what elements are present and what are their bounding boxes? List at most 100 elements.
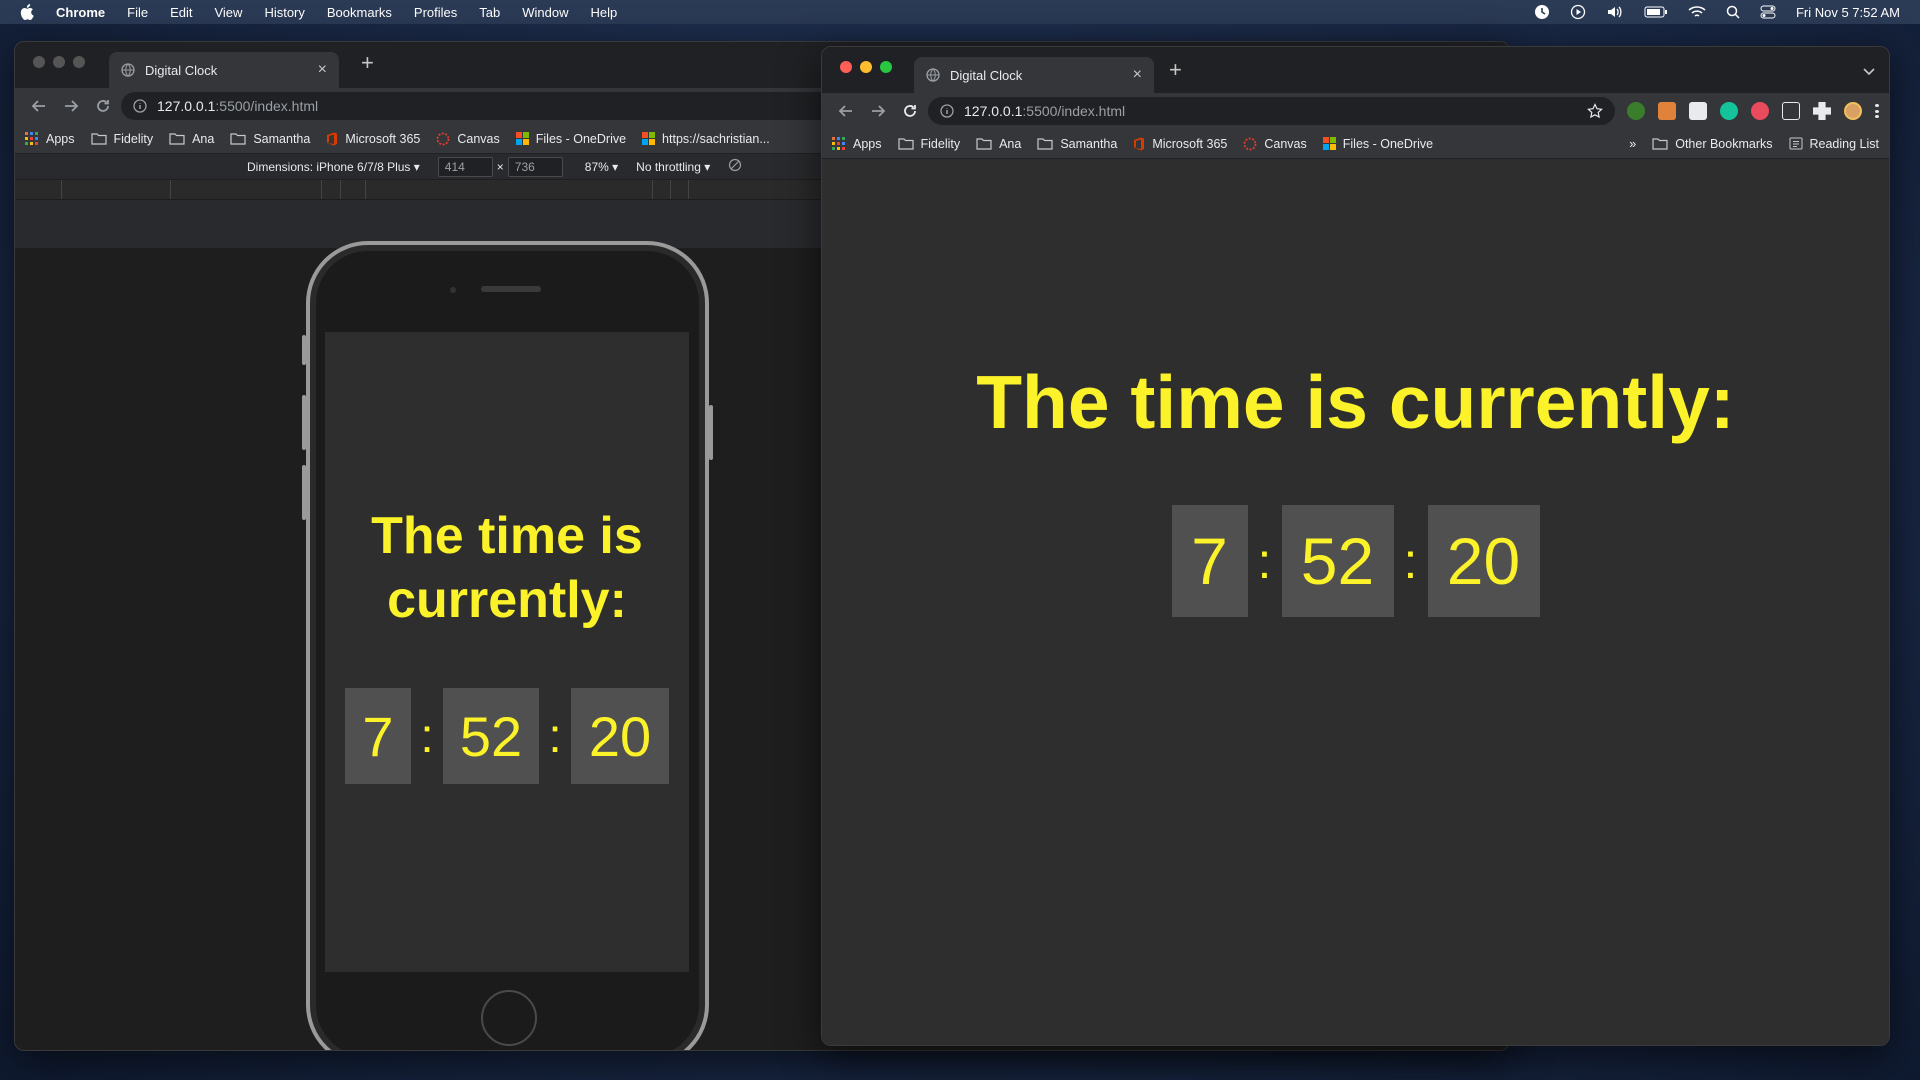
battery-icon[interactable] <box>1644 5 1668 19</box>
phone-viewport: The time is currently: 7 : 52 : 20 <box>325 332 689 972</box>
bookmark-label: Apps <box>46 131 75 146</box>
new-tab-button[interactable]: + <box>361 50 374 76</box>
menu-window[interactable]: Window <box>522 5 568 20</box>
folder-icon <box>976 137 992 150</box>
profile-avatar[interactable] <box>1844 102 1862 120</box>
zoom-dropdown[interactable]: 87% ▾ <box>585 160 618 174</box>
menu-file[interactable]: File <box>127 5 148 20</box>
device-width-input[interactable]: 414 <box>437 156 493 177</box>
forward-arrow-icon[interactable] <box>57 92 85 120</box>
bookmark-onedrive[interactable]: Files - OneDrive <box>515 132 626 146</box>
menu-help[interactable]: Help <box>591 5 618 20</box>
address-bar[interactable]: 127.0.0.1:5500/index.html <box>928 97 1615 125</box>
reading-list-icon <box>1789 137 1803 150</box>
clock-separator: : <box>548 709 562 763</box>
moon-clock-icon[interactable] <box>1534 4 1550 20</box>
forward-arrow-icon[interactable] <box>864 97 892 125</box>
clock-separator: : <box>1257 533 1272 589</box>
bookmark-star-icon[interactable] <box>1587 103 1603 119</box>
tree-extension-icon[interactable] <box>1627 102 1645 120</box>
menubar-datetime[interactable]: Fri Nov 5 7:52 AM <box>1796 5 1900 20</box>
menu-tab[interactable]: Tab <box>479 5 500 20</box>
bookmark-microsoft-365[interactable]: Microsoft 365 <box>1133 137 1227 151</box>
menu-edit[interactable]: Edit <box>170 5 192 20</box>
bookmark-onedrive[interactable]: Files - OneDrive <box>1322 137 1433 151</box>
reload-icon[interactable] <box>89 92 117 120</box>
bookmark-sachristian[interactable]: https://sachristian... <box>642 132 770 146</box>
folder-icon <box>897 137 914 150</box>
status-area: Fri Nov 5 7:52 AM <box>1534 4 1900 20</box>
menu-view[interactable]: View <box>214 5 242 20</box>
bookmark-apps[interactable]: Apps <box>832 136 882 151</box>
translate-extension-icon[interactable] <box>1782 102 1800 120</box>
digital-clock: 7 : 52 : 20 <box>1171 505 1540 617</box>
bookmark-label: Canvas <box>457 131 500 146</box>
bookmarks-overflow-button[interactable]: » <box>1629 137 1636 151</box>
device-dimensions-dropdown[interactable]: Dimensions: iPhone 6/7/8 Plus ▾ <box>247 160 420 174</box>
bookmark-ana[interactable]: Ana <box>169 132 214 146</box>
bookmark-microsoft-365[interactable]: Microsoft 365 <box>326 132 420 146</box>
hours-display: 7 <box>345 688 411 784</box>
office-icon <box>326 132 338 146</box>
tab-close-icon[interactable]: × <box>318 61 327 79</box>
volume-icon[interactable] <box>1606 4 1624 20</box>
apple-icon[interactable] <box>20 4 36 20</box>
puzzle-extensions-icon[interactable] <box>1813 102 1831 120</box>
throttling-dropdown[interactable]: No throttling ▾ <box>636 160 710 174</box>
tab-close-icon[interactable]: × <box>1133 66 1142 84</box>
page-heading: The time is currently: <box>976 360 1735 444</box>
bookmark-samantha[interactable]: Samantha <box>1037 137 1117 151</box>
bookmark-label: Canvas <box>1264 136 1307 151</box>
grammarly-icon[interactable] <box>1720 102 1738 120</box>
bookmark-fidelity[interactable]: Fidelity <box>90 132 153 146</box>
tab-search-chevron-icon[interactable] <box>1863 63 1875 81</box>
url-path: :5500/index.html <box>1022 103 1126 119</box>
site-info-icon[interactable] <box>940 104 954 118</box>
mute-switch <box>302 335 306 365</box>
wifi-icon[interactable] <box>1688 5 1706 19</box>
new-tab-button[interactable]: + <box>1169 57 1182 83</box>
clock-separator: : <box>1403 533 1418 589</box>
rotate-icon[interactable] <box>728 158 742 175</box>
bookmark-samantha[interactable]: Samantha <box>230 132 310 146</box>
window-controls <box>33 56 85 68</box>
bookmark-canvas[interactable]: Canvas <box>1243 136 1307 151</box>
zoom-button[interactable] <box>880 61 892 73</box>
folder-icon <box>230 132 246 145</box>
bookmark-label: Microsoft 365 <box>1152 136 1228 151</box>
bookmark-fidelity[interactable]: Fidelity <box>897 137 960 151</box>
back-arrow-icon[interactable] <box>25 92 53 120</box>
menu-bookmarks[interactable]: Bookmarks <box>327 5 392 20</box>
reading-list[interactable]: Reading List <box>1789 137 1879 151</box>
site-info-icon[interactable] <box>133 99 147 113</box>
minimize-button[interactable] <box>860 61 872 73</box>
menu-profiles[interactable]: Profiles <box>414 5 457 20</box>
bookmark-canvas[interactable]: Canvas <box>436 131 500 146</box>
bookmark-ana[interactable]: Ana <box>976 137 1021 151</box>
browser-toolbar: 127.0.0.1:5500/index.html <box>822 93 1889 129</box>
search-icon[interactable] <box>1726 5 1740 19</box>
tab-digital-clock[interactable]: Digital Clock × <box>109 52 339 88</box>
menu-history[interactable]: History <box>264 5 304 20</box>
minimize-button[interactable] <box>53 56 65 68</box>
play-icon[interactable] <box>1570 4 1586 20</box>
back-arrow-icon[interactable] <box>832 97 860 125</box>
tab-digital-clock[interactable]: Digital Clock × <box>914 57 1154 93</box>
screencast-extension-icon[interactable] <box>1751 102 1769 120</box>
menu-app-name[interactable]: Chrome <box>56 5 105 20</box>
device-height-input[interactable]: 736 <box>507 156 563 177</box>
slides-extension-icon[interactable] <box>1658 102 1676 120</box>
calendar-extension-icon[interactable] <box>1689 102 1707 120</box>
minutes-display: 52 <box>443 688 539 784</box>
folder-icon <box>90 132 107 145</box>
close-button[interactable] <box>840 61 852 73</box>
volume-down-button <box>302 465 306 520</box>
bookmark-apps[interactable]: Apps <box>25 131 75 146</box>
zoom-button[interactable] <box>73 56 85 68</box>
more-menu-icon[interactable] <box>1875 104 1879 118</box>
earpiece-speaker <box>481 286 541 292</box>
reload-icon[interactable] <box>896 97 924 125</box>
other-bookmarks[interactable]: Other Bookmarks <box>1652 137 1773 151</box>
control-center-icon[interactable] <box>1760 5 1776 19</box>
close-button[interactable] <box>33 56 45 68</box>
